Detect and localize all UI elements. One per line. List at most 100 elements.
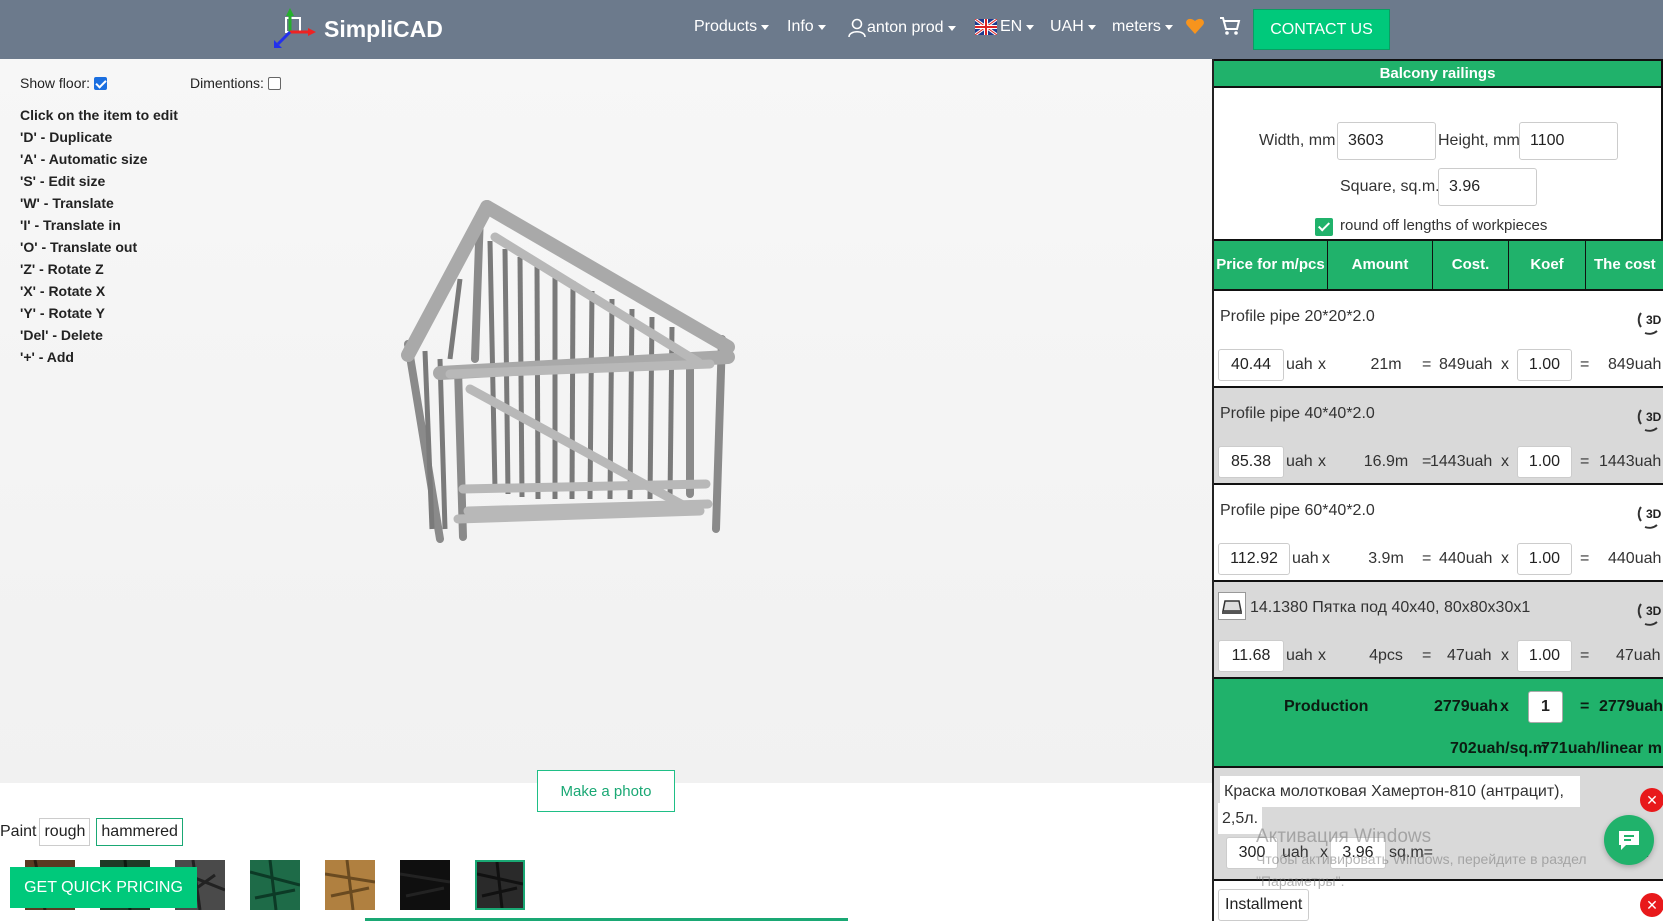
equals-sign: = (1422, 647, 1432, 664)
chevron-down-icon (1087, 24, 1096, 30)
pricing-panel: Balcony railings Width, mm 3603 Height, … (1212, 59, 1663, 921)
top-navbar: SimpliCAD Products Info anton prod EN UA… (0, 0, 1663, 59)
height-input[interactable]: 1100 (1519, 122, 1618, 160)
table-row: 14.1380 Пятка под 40х40, 80х80х30х1 3D 1… (1214, 582, 1663, 679)
equals-sign: = (1580, 453, 1590, 470)
price-input[interactable]: 112.92 (1218, 543, 1290, 575)
amount-value: 21m (1370, 356, 1402, 373)
table-row: Profile pipe 40*40*2.0 3D 85.38 uah x 16… (1214, 388, 1663, 485)
watermark-line: "Параметры". (1256, 873, 1345, 889)
paint-item-name-line1: Краска молотковая Хамертон-810 (антрацит… (1224, 783, 1564, 800)
multiply-sign: x (1501, 550, 1509, 567)
paint-item-name[interactable]: Краска молотковая Хамертон-810 (антрацит… (1220, 776, 1580, 807)
remove-item-close-icon[interactable]: ✕ (1640, 788, 1663, 812)
shortcut-item: 'I' - Translate in (20, 217, 121, 233)
square-input[interactable]: 3.96 (1438, 168, 1537, 206)
koef-input[interactable]: 1.00 (1517, 640, 1572, 672)
item-name: Profile pipe 20*20*2.0 (1220, 308, 1375, 325)
chevron-down-icon (761, 24, 770, 30)
color-swatch[interactable] (249, 859, 301, 911)
pricing-table-header: Price for m/pcs Amount Cost. Koef The co… (1214, 241, 1663, 291)
installment-button[interactable]: Installment (1218, 889, 1310, 921)
width-input[interactable]: 3603 (1337, 122, 1436, 160)
nav-user-label: anton prod (867, 19, 944, 36)
svg-text:3D: 3D (1646, 410, 1662, 424)
show-floor-checkbox[interactable] (94, 76, 108, 90)
show-floor-toggle[interactable]: Show floor: (20, 75, 108, 91)
shortcut-item: '+' - Add (20, 349, 74, 365)
rotate-3d-icon[interactable]: 3D (1635, 596, 1663, 626)
height-label: Height, mm (1438, 132, 1520, 149)
shortcut-item: 'Z' - Rotate Z (20, 261, 104, 277)
multiply-sign: x (1501, 453, 1509, 470)
shortcut-item: 'O' - Translate out (20, 239, 138, 255)
multiply-sign: x (1322, 550, 1330, 567)
nav-currency-label: UAH (1050, 18, 1084, 35)
koef-input[interactable]: 1.00 (1517, 446, 1572, 478)
get-quick-pricing-button[interactable]: GET QUICK PRICING (10, 867, 197, 908)
dimentions-toggle[interactable]: Dimentions: (190, 75, 281, 91)
3d-viewport[interactable] (0, 59, 1212, 783)
nav-language-label: EN (1000, 18, 1023, 35)
dimentions-checkbox[interactable] (267, 76, 281, 90)
nav-language-dropdown[interactable]: EN (975, 18, 1035, 36)
make-photo-button[interactable]: Make a photo (537, 770, 675, 812)
shortcut-item: Click on the item to edit (20, 107, 178, 123)
contact-us-button[interactable]: CONTACT US (1253, 9, 1390, 50)
user-icon (848, 18, 866, 38)
price-input[interactable]: 40.44 (1218, 349, 1284, 381)
round-off-checkbox[interactable] (1315, 218, 1333, 236)
cost-value: 47uah (1447, 647, 1492, 664)
item-name: Profile pipe 40*40*2.0 (1220, 405, 1375, 422)
chat-bubble-button[interactable] (1604, 815, 1654, 865)
nav-currency-dropdown[interactable]: UAH (1050, 18, 1096, 36)
nav-user-dropdown[interactable]: anton prod (847, 18, 956, 38)
paint-finish-selector: Paint rough hammered (0, 818, 183, 846)
price-input[interactable]: 11.68 (1218, 640, 1284, 672)
cart-icon[interactable] (1219, 16, 1241, 36)
remove-installment-close-icon[interactable]: ✕ (1640, 893, 1663, 917)
price-unit: uah (1286, 453, 1313, 470)
paint-option-rough[interactable]: rough (39, 818, 91, 846)
koef-input[interactable]: 1.00 (1517, 349, 1572, 381)
nav-units-dropdown[interactable]: meters (1112, 18, 1173, 36)
price-input[interactable]: 85.38 (1218, 446, 1284, 478)
shortcut-item: 'S' - Edit size (20, 173, 106, 189)
rotate-3d-icon[interactable]: 3D (1635, 305, 1663, 335)
color-swatch[interactable] (324, 859, 376, 911)
svg-text:3D: 3D (1646, 604, 1662, 618)
favorites-heart-icon[interactable] (1185, 16, 1205, 36)
production-label: Production (1284, 698, 1369, 715)
rotate-3d-icon[interactable]: 3D (1635, 499, 1663, 529)
nav-info-dropdown[interactable]: Info (787, 18, 826, 36)
table-row: Profile pipe 60*40*2.0 3D 112.92 uah x 3… (1214, 485, 1663, 582)
watermark-title: Активация Windows (1256, 826, 1432, 847)
paint-option-hammered[interactable]: hammered (96, 818, 183, 846)
multiply-sign: x (1501, 647, 1509, 664)
nav-products-dropdown[interactable]: Products (694, 18, 770, 36)
equals-sign: = (1580, 550, 1590, 567)
svg-text:3D: 3D (1646, 313, 1662, 327)
koef-input[interactable]: 1.00 (1517, 543, 1572, 575)
header-koef: Koef (1509, 241, 1586, 289)
round-off-label: round off lengths of workpieces (1340, 217, 1548, 234)
nav-units-label: meters (1112, 18, 1161, 35)
brand[interactable]: SimpliCAD (272, 8, 443, 50)
equals-sign: = (1422, 356, 1432, 373)
shortcut-item: 'X' - Rotate X (20, 283, 106, 299)
header-amount: Amount (1328, 241, 1433, 289)
production-summary: Production 2779uah x 1 = 2779uah 702uah/… (1214, 679, 1663, 768)
header-total: The cost (1594, 256, 1656, 273)
color-swatch-selected[interactable] (475, 860, 525, 910)
production-quantity-input[interactable]: 1 (1528, 691, 1563, 723)
equals-sign: = (1422, 550, 1432, 567)
shortcut-item: 'W' - Translate (20, 195, 114, 211)
railing-3d-model[interactable] (0, 59, 1212, 783)
cost-value: 1443uah (1430, 453, 1493, 470)
price-unit: uah (1292, 550, 1319, 567)
color-swatch[interactable] (399, 860, 451, 910)
rotate-3d-icon[interactable]: 3D (1635, 402, 1663, 432)
total-value: 1443uah (1599, 453, 1662, 470)
header-price: Price for m/pcs (1214, 241, 1328, 289)
amount-value: 4pcs (1369, 647, 1403, 664)
